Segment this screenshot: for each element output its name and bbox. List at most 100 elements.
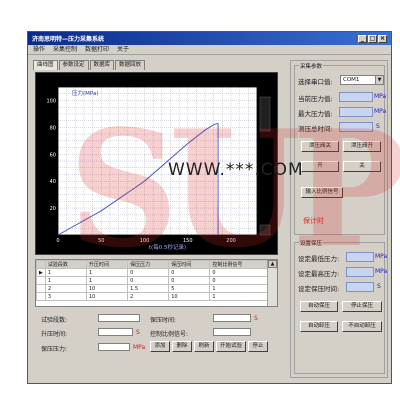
col-ctrl-signal: 控制比例信号 (209, 260, 268, 269)
max-pressure-label: 最大压力值: (298, 110, 333, 118)
menu-acquisition-control[interactable]: 采集控制 (53, 46, 77, 53)
refresh-button[interactable]: 刷新 (194, 341, 214, 352)
hold-pressure-label: 保压压力: (41, 346, 68, 353)
set-min-pressure-label: 设定最低压力: (298, 255, 340, 263)
plot-area (58, 87, 257, 235)
total-time-label: 测压总时间: (298, 125, 333, 133)
table-row[interactable]: ▶ 1 1 0 0 0 (36, 268, 268, 277)
cell[interactable]: 0 (127, 276, 170, 285)
cell[interactable]: 10 (168, 292, 211, 301)
cell[interactable]: 2 (127, 292, 170, 301)
cell[interactable]: 1 (85, 276, 129, 285)
app-window: 济南思明特—压力采集系统 _ □ × 操作 采集控制 数据打印 关于 曲线图 参… (27, 31, 392, 384)
col-hold-time: 保压时间 (168, 260, 211, 269)
pressure-chart: 0 50 100 150 200 20 40 60 80 100 压力(MPa) t(每0.5秒记录) (35, 72, 278, 255)
cell[interactable]: 3 (44, 292, 87, 301)
table-header-row: 试验段数 升压时间 保压压力 保压时间 控制比例信号 (36, 260, 268, 269)
cell[interactable]: 2 (44, 284, 87, 293)
max-pressure-unit: MPa (374, 108, 387, 115)
hold-time-label: 保压时间: (150, 317, 177, 324)
x-tick-label: 150 (183, 238, 193, 244)
set-max-pressure-label: 设定最高压力: (298, 270, 340, 278)
stop-hold-button[interactable]: 停止保压 (342, 301, 382, 312)
maximize-button[interactable]: □ (368, 34, 377, 43)
table-scrollbar[interactable]: ▲ (267, 260, 277, 306)
window-controls: _ □ × (358, 34, 387, 43)
cell[interactable]: 10 (85, 292, 129, 301)
hold-pressure-input[interactable] (98, 343, 130, 351)
table-row[interactable]: 1 1 0 0 0 (36, 276, 268, 285)
menu-about[interactable]: 关于 (117, 46, 129, 53)
cell[interactable]: 1 (209, 284, 268, 293)
table-row[interactable]: 2 10 1.5 5 1 (36, 284, 268, 293)
col-segments: 试验段数 (44, 260, 87, 269)
delete-button[interactable]: 删除 (172, 341, 192, 352)
cell[interactable]: 1 (85, 268, 129, 277)
menu-operate[interactable]: 操作 (33, 46, 45, 53)
no-auto-release-button[interactable]: 不自动卸压 (342, 321, 382, 332)
row-indicator (36, 292, 46, 301)
auto-release-button[interactable]: 自动卸压 (300, 321, 338, 332)
minimize-button[interactable]: _ (358, 34, 367, 43)
off-button[interactable]: 关 (343, 161, 381, 172)
set-hold-time-unit: S (377, 283, 381, 290)
start-test-button[interactable]: 开始试验 (216, 341, 246, 352)
port-value: COM1 (343, 77, 360, 83)
chevron-down-icon[interactable]: ▼ (375, 76, 383, 84)
port-select[interactable]: COM1 ▼ (340, 75, 384, 85)
chart-svg: 0 50 100 150 200 20 40 60 80 100 压力(MPa) t(每0.5秒记录) (46, 86, 271, 251)
set-max-pressure-field[interactable] (346, 267, 374, 277)
scroll-up-icon[interactable]: ▲ (268, 260, 277, 268)
segments-input[interactable] (98, 314, 140, 322)
tab-curve[interactable]: 曲线图 (33, 60, 58, 70)
stop-button[interactable]: 停止 (248, 341, 268, 352)
x-axis-label: t(每0.5秒记录) (149, 243, 186, 251)
set-min-pressure-field[interactable] (346, 252, 374, 262)
cell[interactable]: 1 (209, 292, 268, 301)
y-tick-label: 80 (50, 125, 56, 131)
rise-time-unit: S (136, 329, 140, 336)
right-panel: 采集参数 选择串口值: COM1 ▼ 当前压力值: MPa 最大压力值: MPa… (290, 60, 388, 378)
cell[interactable]: 1 (44, 268, 87, 277)
tab-parameters[interactable]: 参数设定 (58, 60, 89, 70)
cell[interactable]: 10 (85, 284, 129, 293)
set-min-pressure-unit: MPa (375, 253, 388, 260)
hold-pressure-unit: MPa (133, 344, 146, 351)
menu-data-print[interactable]: 数据打印 (85, 46, 109, 53)
cell[interactable]: 1 (44, 276, 87, 285)
ctrl-signal-label: 控制比例信号: (150, 331, 189, 338)
cell[interactable]: 0 (209, 276, 268, 285)
title-bar[interactable]: 济南思明特—压力采集系统 _ □ × (28, 32, 391, 45)
cell[interactable]: 0 (127, 268, 170, 277)
table-row[interactable]: 3 10 2 10 1 (36, 292, 268, 301)
cell[interactable]: 0 (168, 276, 211, 285)
on-button[interactable]: 开 (301, 161, 339, 172)
tab-database[interactable]: 数据库 (89, 60, 115, 70)
input-ratio-signal-button[interactable]: 输入比例信号 (301, 187, 343, 198)
cell[interactable]: 5 (168, 284, 211, 293)
row-indicator-header (36, 260, 46, 269)
close-button[interactable]: × (378, 34, 387, 43)
cell[interactable]: 0 (209, 268, 268, 277)
relief-valve-open-button[interactable]: 泄压阀开 (343, 141, 381, 152)
hold-timer-status: 保计时 (303, 217, 324, 225)
ctrl-signal-input[interactable] (213, 328, 251, 336)
set-hold-time-field[interactable] (346, 282, 374, 292)
cell[interactable]: 1.5 (127, 284, 170, 293)
total-time-field (339, 122, 373, 132)
col-hold-pressure: 保压压力 (127, 260, 170, 269)
rise-time-input[interactable] (98, 328, 133, 336)
current-pressure-label: 当前压力值: (298, 95, 333, 103)
hold-time-input[interactable] (213, 314, 251, 322)
add-button[interactable]: 添加 (150, 341, 170, 352)
x-tick-label: 0 (56, 238, 59, 244)
max-pressure-field (339, 107, 373, 117)
tab-playback[interactable]: 数据回放 (115, 60, 146, 70)
tab-strip: 曲线图 参数设定 数据库 数据回放 (33, 60, 146, 70)
window-title: 济南思明特—压力采集系统 (32, 36, 105, 43)
set-hold-time-label: 设定保压时间: (298, 285, 340, 293)
cell[interactable]: 0 (168, 268, 211, 277)
auto-hold-button[interactable]: 自动保压 (300, 301, 338, 312)
segments-label: 试验段数: (41, 317, 68, 324)
relief-valve-close-button[interactable]: 泄压阀关 (301, 141, 339, 152)
